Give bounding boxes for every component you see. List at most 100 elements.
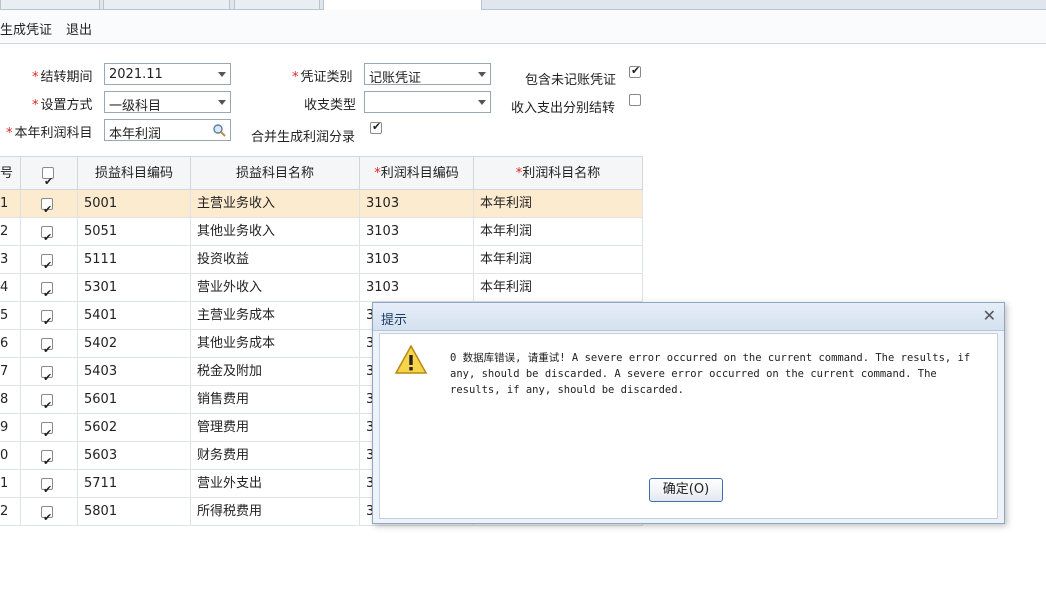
cell-pl-code: 5301 xyxy=(78,274,191,301)
cell-checkbox[interactable] xyxy=(21,190,78,217)
prompt-dialog: 提示 ✕ 0 数据库错误, 请重试! A severe error occurr… xyxy=(372,302,1005,524)
income-type-select[interactable] xyxy=(364,91,491,113)
header-pl-name: 损益科目名称 xyxy=(191,157,360,190)
include-unposted-checkbox[interactable] xyxy=(629,64,641,78)
cell-checkbox[interactable] xyxy=(21,330,78,357)
cell-pl-name: 其他业务成本 xyxy=(191,330,360,357)
ok-button[interactable]: 确定(O) xyxy=(649,478,723,502)
dialog-title: 提示 xyxy=(381,313,408,328)
cell-checkbox[interactable] xyxy=(21,302,78,329)
cell-profit-name: 本年利润 xyxy=(474,274,643,301)
cell-row-number: 1 xyxy=(0,190,21,217)
cell-pl-code: 5403 xyxy=(78,358,191,385)
separate-checkbox[interactable] xyxy=(629,94,641,106)
period-label: * 结转期间 xyxy=(32,70,93,85)
row-checkbox[interactable] xyxy=(41,196,53,217)
cell-checkbox[interactable] xyxy=(21,414,78,441)
chevron-down-icon xyxy=(218,72,226,77)
row-checkbox[interactable] xyxy=(41,308,53,329)
tab-3[interactable] xyxy=(234,0,320,10)
row-checkbox[interactable] xyxy=(41,280,53,301)
cell-profit-code: 3103 xyxy=(360,246,474,273)
chevron-down-icon xyxy=(218,100,226,105)
row-checkbox[interactable] xyxy=(41,504,53,525)
merge-label: 合并生成利润分录 xyxy=(251,130,356,145)
cell-pl-code: 5801 xyxy=(78,498,191,525)
cell-row-number: 2 xyxy=(0,218,21,245)
table-row[interactable]: 4 5301营业外收入3103本年利润 xyxy=(0,274,643,302)
cell-row-number: 5 xyxy=(0,302,21,329)
cell-row-number: 9 xyxy=(0,414,21,441)
cell-pl-name: 主营业务收入 xyxy=(191,190,360,217)
cell-row-number: 2 xyxy=(0,498,21,525)
search-icon[interactable] xyxy=(212,123,226,137)
tab-2[interactable] xyxy=(103,0,230,10)
merge-checkbox[interactable] xyxy=(370,120,382,134)
cell-row-number: 8 xyxy=(0,386,21,413)
tab-1[interactable] xyxy=(0,0,100,10)
cell-checkbox[interactable] xyxy=(21,358,78,385)
warning-icon xyxy=(394,344,428,374)
cell-pl-code: 5601 xyxy=(78,386,191,413)
cell-checkbox[interactable] xyxy=(21,218,78,245)
cell-row-number: 4 xyxy=(0,274,21,301)
dialog-titlebar[interactable]: 提示 ✕ xyxy=(373,303,1004,331)
header-select-all[interactable] xyxy=(21,157,78,198)
chevron-down-icon xyxy=(478,72,486,77)
profit-account-label: * 本年利润科目 xyxy=(6,126,93,141)
cell-pl-name: 所得税费用 xyxy=(191,498,360,525)
generate-voucher-button[interactable]: 生成凭证 xyxy=(0,19,52,38)
cell-checkbox[interactable] xyxy=(21,498,78,525)
cell-checkbox[interactable] xyxy=(21,442,78,469)
cell-checkbox[interactable] xyxy=(21,386,78,413)
profit-account-input[interactable]: 本年利润 xyxy=(104,119,231,142)
cell-row-number: 1 xyxy=(0,470,21,497)
chevron-down-icon xyxy=(478,100,486,105)
cell-checkbox[interactable] xyxy=(21,246,78,273)
exit-button[interactable]: 退出 xyxy=(66,19,92,38)
cell-pl-code: 5602 xyxy=(78,414,191,441)
cell-pl-code: 5402 xyxy=(78,330,191,357)
table-row[interactable]: 1 5001主营业务收入3103本年利润 xyxy=(0,190,643,218)
cell-row-number: 3 xyxy=(0,246,21,273)
cell-profit-code: 3103 xyxy=(360,274,474,301)
table-row[interactable]: 2 5051其他业务收入3103本年利润 xyxy=(0,218,643,246)
row-checkbox[interactable] xyxy=(41,224,53,245)
close-icon[interactable]: ✕ xyxy=(983,306,996,325)
row-checkbox[interactable] xyxy=(41,336,53,357)
cell-pl-code: 5401 xyxy=(78,302,191,329)
cell-pl-code: 5051 xyxy=(78,218,191,245)
select-all-checkbox[interactable] xyxy=(42,165,54,198)
cell-pl-code: 5603 xyxy=(78,442,191,469)
dialog-message: 0 数据库错误, 请重试! A severe error occurred on… xyxy=(450,352,971,396)
header-row-number: 号 xyxy=(0,157,21,190)
cell-pl-name: 税金及附加 xyxy=(191,358,360,385)
row-checkbox[interactable] xyxy=(41,448,53,469)
table-row[interactable]: 3 5111投资收益3103本年利润 xyxy=(0,246,643,274)
setup-select[interactable]: 一级科目 xyxy=(104,91,231,114)
row-checkbox[interactable] xyxy=(41,364,53,385)
dialog-body: 0 数据库错误, 请重试! A severe error occurred on… xyxy=(379,333,998,519)
row-checkbox[interactable] xyxy=(41,476,53,497)
header-profit-code: *利润科目编码 xyxy=(360,157,474,190)
tab-strip xyxy=(0,0,1046,11)
income-type-label: 收支类型 xyxy=(304,98,357,113)
row-checkbox[interactable] xyxy=(41,420,53,441)
row-checkbox[interactable] xyxy=(41,252,53,273)
grid-header: 号 损益科目编码 损益科目名称 *利润科目编码 *利润科目名称 xyxy=(0,156,643,198)
voucher-type-label: * 凭证类别 xyxy=(292,70,353,85)
cell-pl-name: 管理费用 xyxy=(191,414,360,441)
cell-checkbox[interactable] xyxy=(21,470,78,497)
voucher-type-select[interactable]: 记账凭证 xyxy=(364,63,491,86)
cell-profit-name: 本年利润 xyxy=(474,246,643,273)
cell-row-number: 6 xyxy=(0,330,21,357)
cell-profit-code: 3103 xyxy=(360,190,474,217)
cell-row-number: 0 xyxy=(0,442,21,469)
include-unposted-label: 包含未记账凭证 xyxy=(525,73,617,88)
cell-pl-name: 其他业务收入 xyxy=(191,218,360,245)
cell-checkbox[interactable] xyxy=(21,274,78,301)
cell-pl-name: 营业外支出 xyxy=(191,470,360,497)
period-select[interactable]: 2021.11 xyxy=(104,63,231,85)
row-checkbox[interactable] xyxy=(41,392,53,413)
cell-pl-code: 5711 xyxy=(78,470,191,497)
